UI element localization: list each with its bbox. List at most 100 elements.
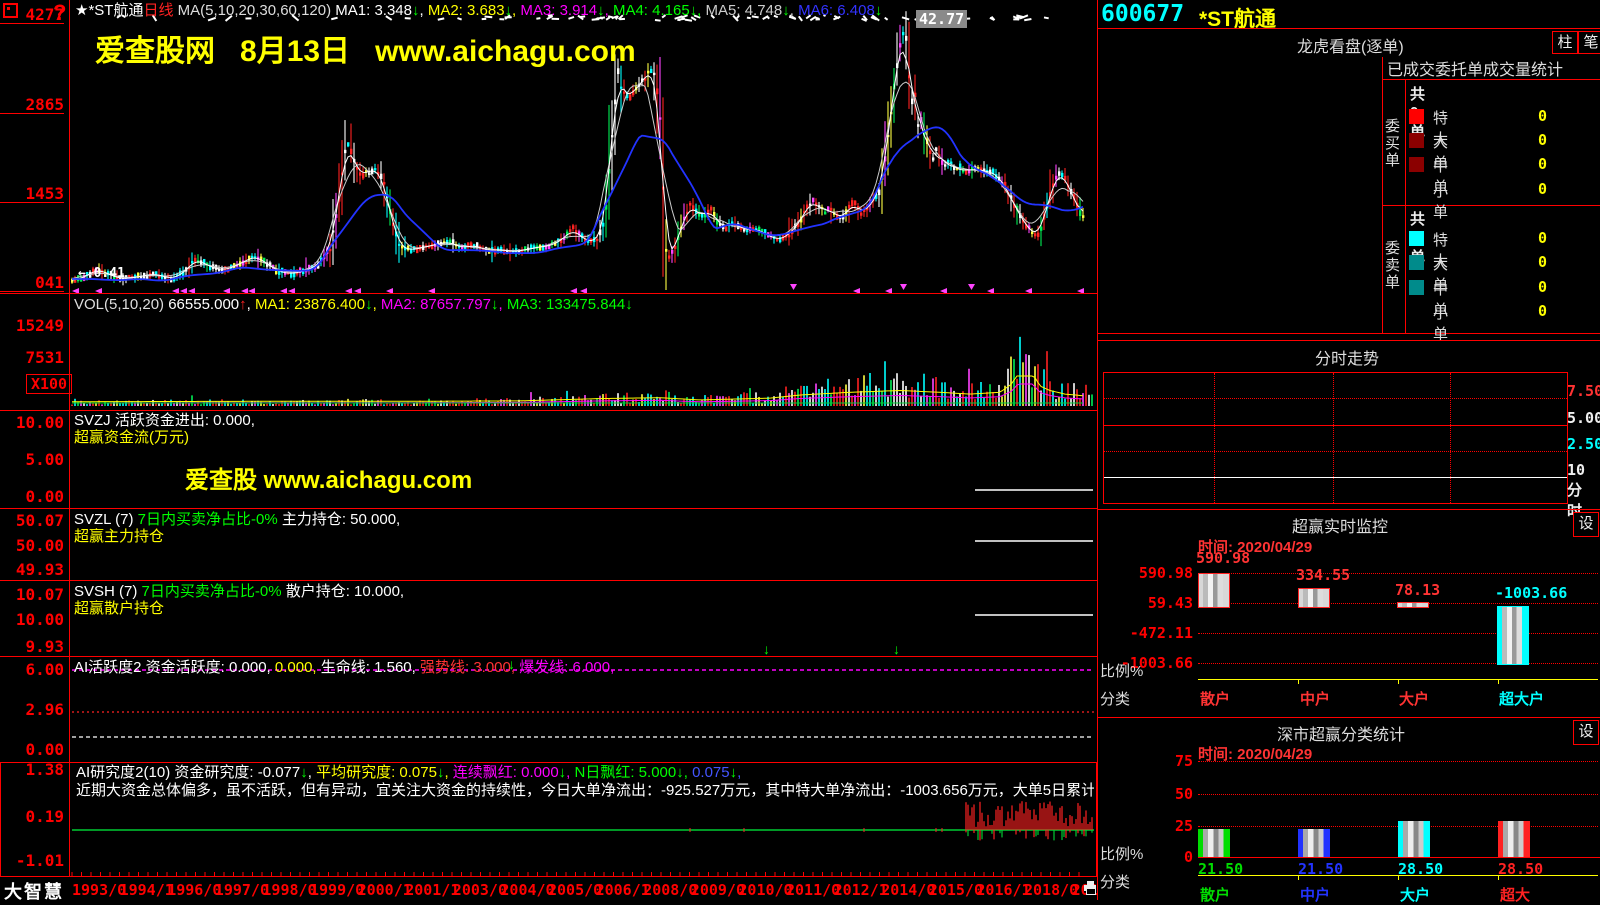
order-row-value: 0 <box>1505 302 1547 320</box>
candle-body <box>656 88 658 94</box>
monitor-bar <box>1397 602 1429 608</box>
research-header: AI研究度2(10) 资金研究度: -0.077↓, 平均研究度: 0.075↓… <box>76 764 741 781</box>
header-segment: SVZL (7) <box>74 511 138 528</box>
svsh-axis-label: 10.07 <box>0 586 64 603</box>
header-segment: , <box>684 764 692 781</box>
date-label: 2016/1 <box>976 881 1030 899</box>
order-row-value: 0 <box>1505 107 1547 125</box>
deep-ratio-label: 比例% <box>1100 843 1143 864</box>
bar-mode-button[interactable]: 柱 <box>1552 31 1578 54</box>
volume-header: VOL(5,10,20) 66555.000↑, MA1: 23876.400↓… <box>74 296 633 313</box>
candle-body <box>629 95 631 101</box>
order-swatch <box>1409 157 1424 172</box>
candle-body <box>569 229 571 232</box>
intraday-axis-label: 2.50 <box>1567 435 1600 453</box>
candle-body <box>155 271 157 274</box>
svzl-header: SVZL (7) 7日内买卖净占比-0% 主力持仓: 50.000, <box>74 511 400 528</box>
deep-class-label: 分类 <box>1100 871 1130 892</box>
monitor-gridline <box>1198 573 1598 574</box>
header-segment: SVSH (7) <box>74 583 142 600</box>
monitor-settings-button[interactable]: 设 <box>1573 512 1599 537</box>
svzl-axis-label: 50.07 <box>0 512 64 529</box>
deep-settings-button[interactable]: 设 <box>1573 720 1599 745</box>
header-segment: 0.075 <box>692 764 730 781</box>
stats-left-border <box>1382 57 1383 333</box>
stats-bottom-border <box>1097 333 1600 334</box>
candle-body <box>710 207 712 211</box>
svzj-header: SVZJ 活跃资金进出: 0.000, <box>74 412 255 429</box>
candle-body <box>248 256 250 261</box>
candle-body <box>647 71 649 74</box>
deep-gridline <box>1198 794 1598 795</box>
header-segment: 0.000, <box>275 659 321 676</box>
deep-top-border <box>1097 717 1600 718</box>
date-label: 2012/1 <box>834 881 888 899</box>
date-label: 2011/0 <box>786 881 840 899</box>
header-segment: MA1: 23876.400 <box>255 296 365 313</box>
chart-stroke <box>902 17 909 19</box>
order-swatch <box>1409 255 1424 270</box>
monitor-ratio-label: 比例% <box>1100 660 1143 681</box>
monitor-gridline <box>1198 663 1598 664</box>
deep-title: 深市超赢分类统计 <box>1277 721 1405 745</box>
candle-body <box>851 200 853 206</box>
kline-header: ★*ST航通日线 MA(5,10,20,30,60,120) MA1: 3.34… <box>75 2 882 19</box>
app-window: ↓↓↓ ? 42772865145304115249753110.005.000… <box>0 0 1600 900</box>
header-segment: ↑ <box>239 296 247 313</box>
date-label: 2014/0 <box>881 881 935 899</box>
deep-ytick: 50 <box>1115 785 1193 803</box>
activity-axis-label: 6.00 <box>0 661 64 678</box>
monitor-title: 超赢实时监控 <box>1292 513 1388 537</box>
monitor-bar-value: 78.13 <box>1395 581 1440 599</box>
candle-body <box>359 172 361 175</box>
stroke-mode-button[interactable]: 笔 <box>1578 31 1600 54</box>
candle-body <box>860 213 862 216</box>
svsh-axis-label: 9.93 <box>0 638 64 655</box>
header-segment: ↓ <box>300 764 308 781</box>
stock-code: 600677 <box>1101 1 1184 27</box>
intraday-vgrid <box>1450 373 1451 503</box>
intraday-axis-label: 7.50 <box>1567 382 1600 400</box>
printer-icon[interactable] <box>1084 881 1097 894</box>
candle-body <box>830 208 832 211</box>
monitor-bar <box>1198 573 1230 608</box>
title-underline <box>1097 28 1600 29</box>
candle-body <box>1079 210 1081 216</box>
intraday-plot[interactable] <box>1103 372 1568 504</box>
candle-body <box>665 249 667 252</box>
header-segment: 生命线: 1.560, <box>321 659 420 676</box>
svsh-header: SVSH (7) 7日内买卖净占比-0% 散户持仓: 10.000, <box>74 583 404 600</box>
candle-body <box>350 149 352 154</box>
candle-body <box>941 160 943 165</box>
candle-body <box>1061 173 1063 177</box>
activity-axis-label: 0.00 <box>0 741 64 758</box>
order-row-value: 0 <box>1505 131 1547 149</box>
svzj-axis-label: 10.00 <box>0 414 64 431</box>
date-label: 2018/0 <box>1024 881 1078 899</box>
panel-divider <box>1097 0 1098 900</box>
header-segment: , <box>697 2 705 19</box>
order-swatch <box>1409 109 1424 124</box>
order-row-value: 0 <box>1505 180 1547 198</box>
chart-line <box>72 376 1083 402</box>
volume-unit-label: X100 <box>26 374 72 394</box>
date-label: 2009/0 <box>691 881 745 899</box>
header-segment: 主力持仓: 50.000, <box>282 511 400 528</box>
date-label: 2015/0 <box>929 881 983 899</box>
candle-body <box>374 168 376 170</box>
peak-price-tag: 42.77 <box>916 10 967 28</box>
header-segment: , <box>444 764 452 781</box>
monitor-bar <box>1298 588 1330 609</box>
chart-stroke <box>1044 17 1049 18</box>
header-segment: ★ <box>75 2 88 19</box>
down-arrow-icon: ↓ <box>893 641 900 657</box>
monitor-ytick: -472.11 <box>1115 624 1193 642</box>
deep-category: 散户 <box>1200 884 1230 905</box>
monitor-bar-value: -1003.66 <box>1495 584 1567 602</box>
date-label: 1993/0 <box>72 881 126 899</box>
monitor-top-border <box>1097 509 1600 510</box>
header-segment: 平均研究度: 0.075 <box>316 764 437 781</box>
intraday-top-border <box>1097 340 1600 341</box>
candle-body <box>1058 171 1060 175</box>
header-segment: , <box>499 296 507 313</box>
